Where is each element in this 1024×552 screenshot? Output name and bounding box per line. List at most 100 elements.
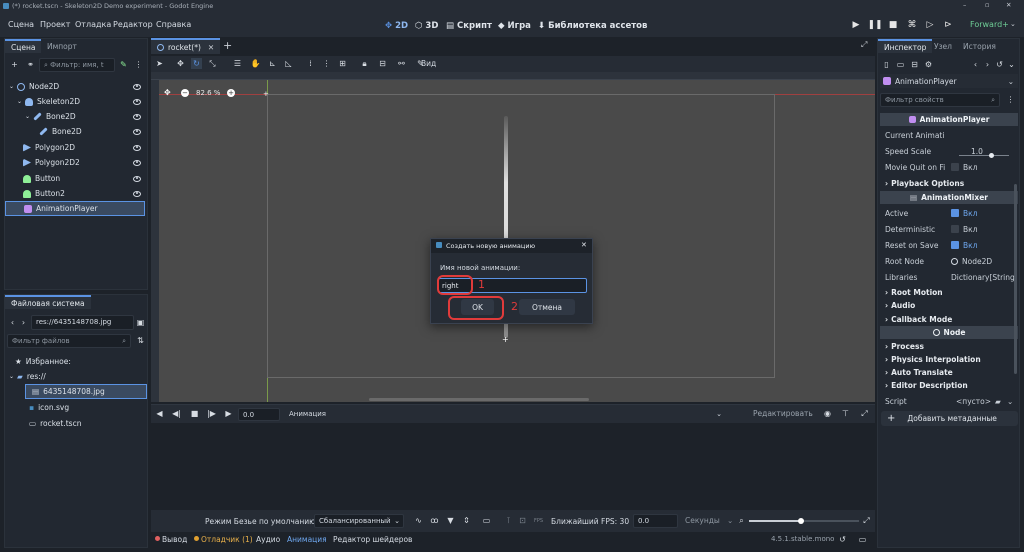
bone-handle-icon[interactable]: + (502, 336, 510, 344)
zoom-slider[interactable] (749, 518, 859, 524)
select-tool-icon[interactable]: ➤ (154, 58, 165, 69)
visibility-icon[interactable] (133, 83, 141, 90)
play-icon[interactable]: ▶ (223, 408, 234, 419)
mode-asset-library[interactable]: ⬇ Библиотека ассетов (534, 18, 651, 33)
speed-slider-handle[interactable] (989, 153, 994, 158)
tab-debugger[interactable]: Отладчик (1) (201, 535, 253, 544)
key-snap-icon[interactable]: ⊡ (517, 515, 528, 526)
favorites-row[interactable]: ★ Избранное: (15, 354, 71, 369)
res-root-row[interactable]: ⌄ ▰ res:// (9, 369, 46, 384)
add-metadata-button[interactable]: + Добавить метаданные (881, 411, 1018, 426)
tree-node-button[interactable]: Button (5, 171, 147, 186)
remote-debug-icon[interactable]: ⌘ (905, 18, 919, 32)
tab-import[interactable]: Импорт (41, 40, 83, 54)
history-icon[interactable]: ↺ (837, 534, 848, 545)
inspector-scrollbar[interactable] (1014, 184, 1017, 374)
menu-dots-icon[interactable]: ⋮ (133, 59, 144, 70)
visibility-icon[interactable] (133, 144, 141, 151)
visibility-icon[interactable] (133, 98, 141, 105)
property-filter-input[interactable]: Фильтр свойств ⌕ (880, 93, 1000, 107)
tab-audio[interactable]: Аудио (256, 535, 280, 544)
path-input[interactable]: res://6435148708.jpg (31, 315, 134, 330)
tab-history[interactable]: История (957, 40, 1002, 54)
group-icon[interactable]: ⊟ (377, 58, 388, 69)
snap-icon[interactable]: ꝏ (429, 515, 440, 526)
mode-2d[interactable]: ✥ 2D (381, 18, 412, 33)
tab-filesystem[interactable]: Файловая система (5, 295, 91, 309)
bezier-mode-select[interactable]: Сбалансированный ⌄ (314, 514, 404, 528)
view-menu[interactable]: Вид (421, 59, 436, 68)
tree-node-polygon2d[interactable]: Polygon2D (5, 140, 147, 155)
prop-speed-scale[interactable]: Speed Scale 1.0 (885, 143, 1015, 159)
time-input[interactable]: 0.0 (238, 408, 280, 421)
chevron-down-icon[interactable]: ⌄ (1007, 397, 1013, 406)
pin-icon[interactable]: ⊤ (840, 408, 851, 419)
script-attach-icon[interactable]: ✎ (118, 59, 129, 70)
menu-dots-icon[interactable]: ⋮ (1005, 94, 1016, 105)
tree-node-node2d[interactable]: ⌄ Node2D (5, 79, 147, 94)
visibility-icon[interactable] (133, 113, 141, 120)
minimize-icon[interactable]: – (963, 1, 966, 9)
fit-view-icon[interactable]: ⤢ (861, 515, 872, 526)
prop-script[interactable]: Script <пусто> ▰ ⌄ (885, 393, 1019, 409)
forward-icon[interactable]: › (982, 59, 993, 70)
zoom-slider-handle[interactable] (798, 518, 804, 524)
link-icon[interactable]: ⚭ (25, 59, 36, 70)
zoom-out-icon[interactable]: − (181, 89, 189, 97)
onion-skin-icon[interactable]: ◉ (822, 408, 833, 419)
unit-select[interactable]: Секунды ⌄ (685, 516, 735, 525)
back-icon[interactable]: ‹ (7, 317, 18, 328)
checkbox[interactable] (951, 163, 959, 171)
rotate-tool-icon[interactable]: ↻ (191, 58, 202, 69)
play-start-icon[interactable]: |▶ (206, 408, 217, 419)
tree-node-polygon2d2[interactable]: Polygon2D2 (5, 155, 147, 170)
tab-shader-editor[interactable]: Редактор шейдеров (333, 535, 412, 544)
zoom-level[interactable]: 82.6 % (196, 89, 220, 97)
fullscreen-icon[interactable]: ⤢ (861, 40, 867, 50)
prop-movie-quit[interactable]: Movie Quit on Fi Вкл (885, 159, 1015, 175)
folder-icon[interactable]: ▰ (995, 397, 1001, 406)
filter-icon[interactable]: ▼ (445, 515, 456, 526)
mode-script[interactable]: ▤ Скрипт (442, 18, 496, 33)
bezier-icon[interactable]: ∿ (413, 515, 424, 526)
checkbox-checked[interactable] (951, 241, 959, 249)
load-icon[interactable]: ▭ (895, 59, 906, 70)
visibility-icon[interactable] (133, 159, 141, 166)
tab-inspector[interactable]: Инспектор (878, 39, 933, 53)
prop-reset-on-save[interactable]: Reset on Save Вкл (885, 237, 1015, 253)
mode-game[interactable]: ◆ Игра (494, 18, 535, 33)
close-icon[interactable]: ✕ (1006, 1, 1011, 9)
maximize-icon[interactable]: ▫ (985, 1, 989, 9)
prop-active[interactable]: Active Вкл (885, 205, 1015, 221)
history-icon[interactable]: ↺ (994, 59, 1005, 70)
new-resource-icon[interactable]: ▯ (881, 59, 892, 70)
sort-icon[interactable]: ⇅ (135, 335, 146, 346)
visibility-icon[interactable] (133, 128, 141, 135)
tab-rocket[interactable]: rocket(*) ✕ (151, 38, 221, 54)
chevron-down-icon[interactable]: ⌄ (1010, 20, 1016, 28)
horizontal-scrollbar[interactable] (369, 398, 589, 401)
stop-icon[interactable]: ■ (886, 18, 900, 32)
play-backwards-start-icon[interactable]: ◀| (171, 408, 182, 419)
tab-scene[interactable]: Сцена (5, 39, 42, 53)
menu-debug[interactable]: Отладка (75, 20, 111, 29)
menu-help[interactable]: Справка (156, 20, 191, 29)
play-backwards-icon[interactable]: ◀ (154, 408, 165, 419)
panel-toggle-icon[interactable]: ▭ (857, 534, 868, 545)
play-scene-icon[interactable]: ▷ (923, 18, 937, 32)
close-icon[interactable]: ✕ (581, 241, 587, 249)
group-audio[interactable]: › Audio (885, 298, 915, 312)
checkbox[interactable] (951, 225, 959, 233)
add-tab-icon[interactable]: + (223, 39, 232, 52)
forward-icon[interactable]: › (18, 317, 29, 328)
move-tool-icon[interactable]: ✥ (175, 58, 186, 69)
file-row-tscn[interactable]: ▭ rocket.tscn (29, 416, 81, 431)
tab-node[interactable]: Узел (928, 40, 958, 54)
lock-icon[interactable]: 🔒︎ (359, 58, 370, 69)
group-root-motion[interactable]: › Root Motion (885, 285, 943, 299)
frame-icon[interactable]: ▭ (481, 515, 492, 526)
back-icon[interactable]: ‹ (970, 59, 981, 70)
group-physics-interpolation[interactable]: › Physics Interpolation (885, 352, 981, 366)
renderer-select[interactable]: Forward+ (970, 20, 1009, 29)
snap-value-input[interactable]: 0.0 (633, 514, 678, 528)
